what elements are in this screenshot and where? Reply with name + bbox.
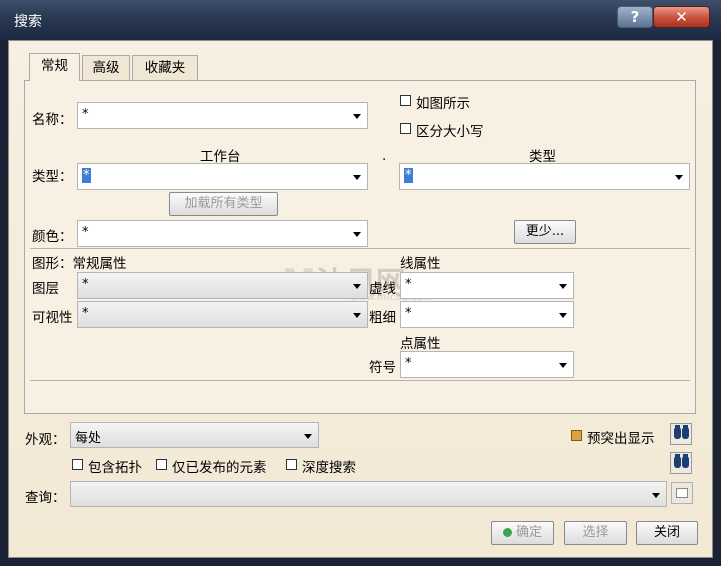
divider — [30, 248, 690, 249]
point-attributes-heading: 点属性 — [400, 336, 441, 352]
chevron-down-icon — [353, 232, 361, 237]
window-title: 搜索 — [14, 14, 42, 30]
highlight-label: 预突出显示 — [587, 431, 655, 447]
thickness-label: 粗细 — [369, 310, 396, 326]
name-label: 名称： — [32, 112, 73, 128]
ok-label: 确定 — [515, 525, 542, 540]
graphics-section-label: 图形：常规属性 — [32, 256, 127, 272]
load-all-types-button[interactable]: 加载所有类型 — [169, 192, 278, 216]
look-value: 每处 — [75, 431, 102, 446]
ok-icon — [502, 528, 512, 537]
layer-label: 图层 — [32, 281, 59, 297]
workbench-heading: 工作台 — [200, 149, 241, 165]
color-value: * — [82, 225, 89, 240]
chevron-down-icon — [675, 175, 683, 180]
more-less-button[interactable]: 更少... — [514, 220, 576, 244]
deep-search-label: 深度搜索 — [302, 460, 356, 476]
visibility-label: 可视性 — [32, 310, 73, 326]
type-heading: 类型 — [529, 149, 556, 165]
look-label: 外观： — [25, 432, 66, 448]
workbench-value: * — [82, 168, 91, 183]
symbol-combo[interactable]: * — [400, 351, 574, 378]
published-only-label: 仅已发布的元素 — [172, 460, 267, 476]
visibility-combo[interactable]: * — [77, 301, 368, 328]
type-combo[interactable]: * — [399, 163, 690, 190]
tab-favorites[interactable]: 收藏夹 — [132, 55, 198, 81]
workbench-combo[interactable]: * — [77, 163, 368, 190]
thickness-value: * — [405, 306, 412, 321]
as-shown-label: 如图所示 — [416, 96, 470, 112]
help-button[interactable]: ? — [617, 6, 653, 28]
page-icon — [676, 488, 688, 498]
look-combo[interactable]: 每处 — [70, 422, 319, 448]
chevron-down-icon — [353, 313, 361, 318]
color-combo[interactable]: * — [77, 220, 368, 247]
thickness-combo[interactable]: * — [400, 301, 574, 328]
type-value: * — [404, 168, 413, 183]
published-only-checkbox[interactable] — [156, 459, 167, 470]
separator-dot: . — [382, 148, 387, 164]
line-type-combo[interactable]: * — [400, 272, 574, 299]
select-button[interactable]: 选择 — [564, 521, 627, 545]
binoculars-icon[interactable] — [670, 452, 692, 474]
tab-panel-general — [24, 80, 696, 414]
close-button[interactable]: 关闭 — [636, 521, 698, 545]
include-topology-label: 包含拓扑 — [88, 460, 142, 476]
query-label: 查询： — [25, 490, 66, 506]
line-type-value: * — [405, 277, 412, 292]
chevron-down-icon — [353, 175, 361, 180]
include-topology-checkbox[interactable] — [72, 459, 83, 470]
tab-general[interactable]: 常规 — [29, 53, 80, 81]
tab-advanced[interactable]: 高级 — [82, 55, 130, 81]
case-sensitive-label: 区分大小写 — [416, 124, 484, 140]
as-shown-checkbox[interactable] — [400, 95, 411, 106]
highlight-checkbox[interactable] — [571, 430, 582, 441]
binoculars-icon[interactable] — [670, 423, 692, 445]
divider — [30, 380, 690, 381]
chevron-down-icon — [559, 313, 567, 318]
line-type-label: 虚线 — [369, 281, 396, 297]
name-combo[interactable]: * — [77, 102, 368, 129]
case-sensitive-checkbox[interactable] — [400, 123, 411, 134]
line-attributes-heading: 线属性 — [400, 256, 441, 272]
symbol-label: 符号 — [369, 360, 396, 376]
chevron-down-icon — [304, 434, 312, 439]
ok-button[interactable]: 确定 — [491, 521, 554, 545]
name-value: * — [82, 107, 89, 122]
visibility-value: * — [82, 306, 89, 321]
chevron-down-icon — [353, 114, 361, 119]
query-editor-icon[interactable] — [671, 482, 693, 504]
title-bar — [0, 0, 721, 40]
chevron-down-icon — [652, 493, 660, 498]
type-label: 类型： — [32, 169, 73, 185]
deep-search-checkbox[interactable] — [286, 459, 297, 470]
chevron-down-icon — [353, 284, 361, 289]
chevron-down-icon — [559, 284, 567, 289]
color-label: 颜色： — [32, 229, 73, 245]
query-combo[interactable] — [70, 481, 667, 507]
chevron-down-icon — [559, 363, 567, 368]
close-window-button[interactable]: ✕ — [653, 6, 710, 28]
layer-value: * — [82, 277, 89, 292]
symbol-value: * — [405, 356, 412, 371]
layer-combo[interactable]: * — [77, 272, 368, 299]
